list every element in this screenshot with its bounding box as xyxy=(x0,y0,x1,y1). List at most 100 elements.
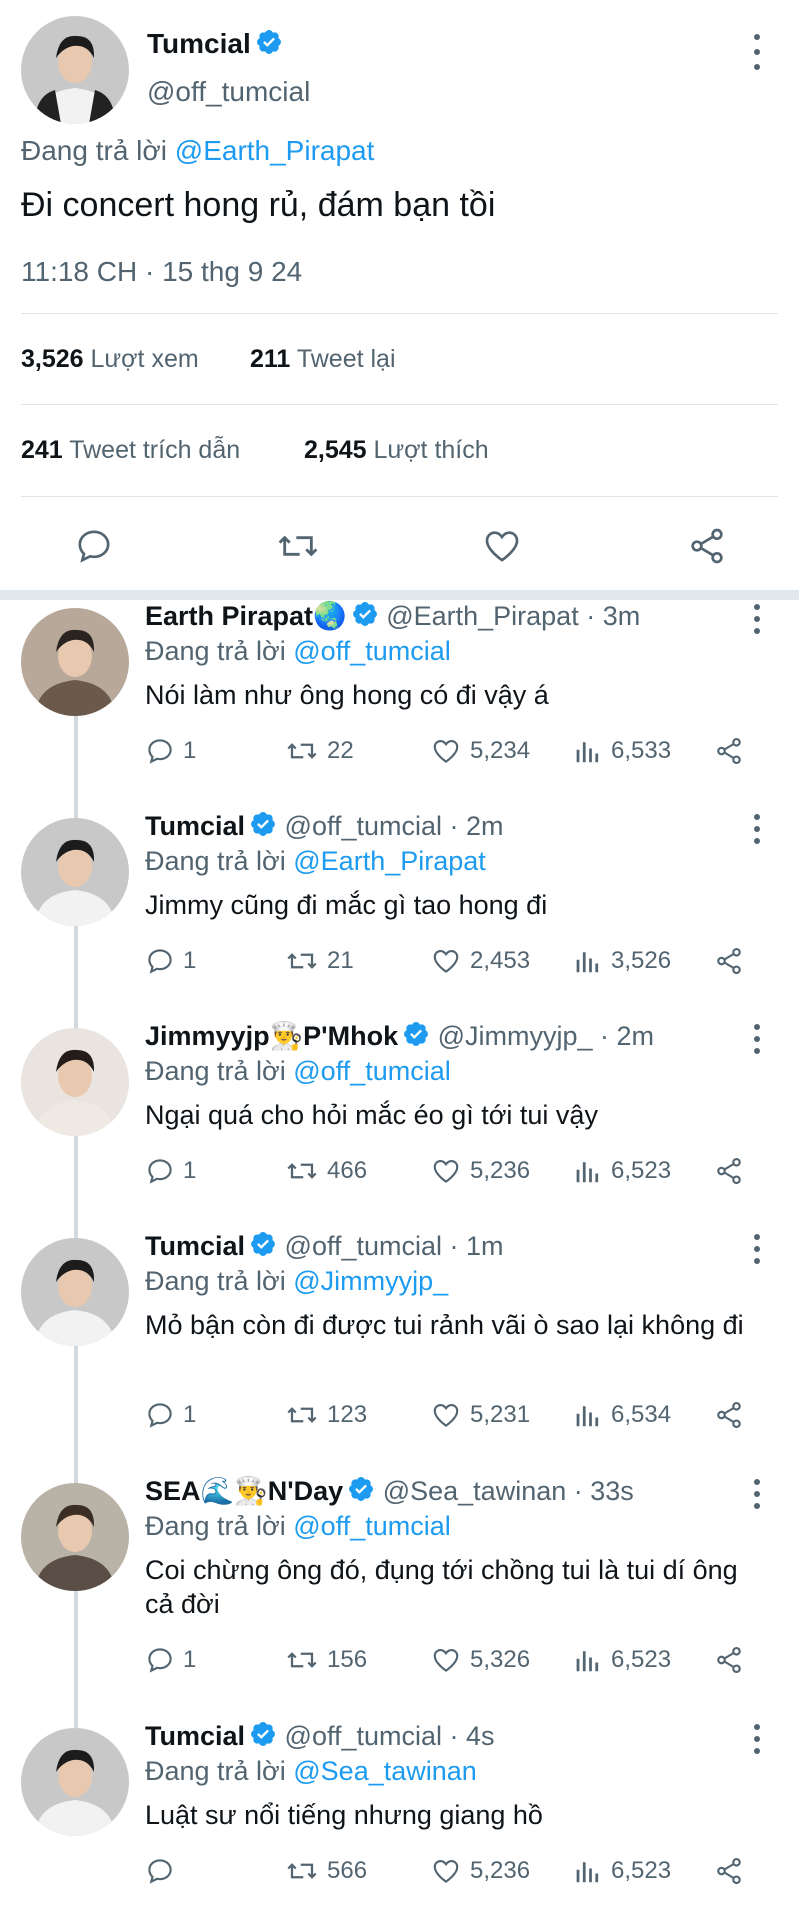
reply-text: Luật sư nổi tiếng nhưng giang hồ xyxy=(145,1800,543,1830)
more-options-icon[interactable] xyxy=(745,1024,769,1054)
avatar[interactable] xyxy=(21,1028,129,1136)
reply-handle-time: @Earth_Pirapat · 3m xyxy=(386,601,641,631)
reply-handle-time: @off_tumcial · 1m xyxy=(284,1231,504,1261)
heart-icon xyxy=(433,1403,459,1427)
more-options-icon[interactable] xyxy=(745,1479,769,1509)
share-button[interactable] xyxy=(713,1856,753,1886)
avatar[interactable] xyxy=(21,16,129,124)
like-button[interactable]: 5,234 xyxy=(430,736,530,766)
reply-button[interactable]: 1 xyxy=(145,1156,196,1186)
reply-to-link[interactable]: @off_tumcial xyxy=(293,1056,450,1086)
views-button[interactable]: 6,523 xyxy=(573,1645,671,1675)
reply-count: 1 xyxy=(183,737,197,764)
views-count: 3,526 xyxy=(611,947,672,974)
reply-to-link[interactable]: @Sea_tawinan xyxy=(293,1756,477,1786)
more-options-icon[interactable] xyxy=(745,1724,769,1754)
share-button[interactable] xyxy=(713,1156,753,1186)
avatar-image-icon xyxy=(21,608,129,716)
like-button[interactable] xyxy=(481,526,523,571)
retweet-button[interactable]: 566 xyxy=(285,1856,367,1886)
share-icon xyxy=(717,947,741,975)
reply-author-name: SEA🌊👨‍🍳N'Day xyxy=(145,1476,344,1506)
more-options-icon[interactable] xyxy=(745,1234,769,1264)
more-options-icon[interactable] xyxy=(745,34,769,70)
reply-tweet[interactable]: SEA🌊👨‍🍳N'Day @Sea_tawinan · 33s Đang trả… xyxy=(0,1475,799,1695)
replies-feed: Earth Pirapat🌏 @Earth_Pirapat · 3m Đang … xyxy=(0,600,799,1920)
reply-author[interactable]: Tumcial @off_tumcial · 2m xyxy=(145,810,504,845)
like-button[interactable]: 5,326 xyxy=(430,1645,530,1675)
author-name[interactable]: Tumcial xyxy=(147,28,283,63)
like-count: 5,234 xyxy=(470,737,531,764)
avatar-image-icon xyxy=(21,16,129,124)
share-button[interactable] xyxy=(713,1400,753,1430)
reply-to-link[interactable]: @Earth_Pirapat xyxy=(293,846,486,876)
like-button[interactable]: 2,453 xyxy=(430,946,530,976)
retweet-button[interactable]: 21 xyxy=(285,946,354,976)
share-button[interactable] xyxy=(713,1645,753,1675)
reply-button[interactable]: 1 xyxy=(145,1400,196,1430)
reply-author[interactable]: Tumcial @off_tumcial · 1m xyxy=(145,1230,504,1265)
reply-author[interactable]: Earth Pirapat🌏 @Earth_Pirapat · 3m xyxy=(145,600,640,635)
replying-to: Đang trả lời @off_tumcial xyxy=(145,636,451,666)
share-button[interactable] xyxy=(713,736,753,766)
views-button[interactable]: 3,526 xyxy=(573,946,671,976)
reply-to-link[interactable]: @off_tumcial xyxy=(293,636,450,666)
retweet-button[interactable]: 123 xyxy=(285,1400,367,1430)
retweets-stat[interactable]: 211 Tweet lại xyxy=(250,345,396,374)
reply-button[interactable]: 1 xyxy=(145,1645,196,1675)
share-icon xyxy=(717,1857,741,1885)
verified-badge-icon xyxy=(402,1020,430,1055)
avatar[interactable] xyxy=(21,1728,129,1836)
author-handle[interactable]: @off_tumcial xyxy=(147,76,310,108)
reply-button[interactable] xyxy=(74,526,114,571)
reply-actions: 1 466 5,236 6,523 xyxy=(145,1156,755,1190)
avatar[interactable] xyxy=(21,1483,129,1591)
reply-tweet[interactable]: Tumcial @off_tumcial · 2m Đang trả lời @… xyxy=(0,810,799,996)
reply-author[interactable]: SEA🌊👨‍🍳N'Day @Sea_tawinan · 33s xyxy=(145,1475,634,1510)
views-button[interactable]: 6,533 xyxy=(573,736,671,766)
reply-to-link[interactable]: @off_tumcial xyxy=(293,1511,450,1541)
reply-tweet[interactable]: Jimmyyjp👨‍🍳P'Mhok @Jimmyyjp_ · 2m Đang t… xyxy=(0,1020,799,1206)
reply-to-link[interactable]: @Earth_Pirapat xyxy=(175,135,375,166)
share-icon xyxy=(717,1646,741,1674)
views-icon xyxy=(576,952,599,973)
avatar-image-icon xyxy=(21,818,129,926)
tweet-timestamp[interactable]: 11:18 CH · 15 thg 9 24 xyxy=(21,256,302,288)
reply-button[interactable] xyxy=(145,1856,183,1886)
retweet-button[interactable] xyxy=(276,526,320,571)
avatar[interactable] xyxy=(21,608,129,716)
retweet-button[interactable]: 22 xyxy=(285,736,354,766)
reply-tweet[interactable]: Tumcial @off_tumcial · 4s Đang trả lời @… xyxy=(0,1720,799,1906)
like-button[interactable]: 5,236 xyxy=(430,1856,530,1886)
views-button[interactable]: 6,534 xyxy=(573,1400,671,1430)
likes-stat[interactable]: 2,545 Lượt thích xyxy=(304,436,489,465)
like-button[interactable]: 5,236 xyxy=(430,1156,530,1186)
reply-author[interactable]: Tumcial @off_tumcial · 4s xyxy=(145,1720,495,1755)
more-options-icon[interactable] xyxy=(745,604,769,634)
views-count: 6,523 xyxy=(611,1646,672,1673)
retweet-button[interactable]: 156 xyxy=(285,1645,367,1675)
more-options-icon[interactable] xyxy=(745,814,769,844)
reply-tweet[interactable]: Earth Pirapat🌏 @Earth_Pirapat · 3m Đang … xyxy=(0,600,799,786)
reply-button[interactable]: 1 xyxy=(145,946,196,976)
reply-to-link[interactable]: @Jimmyyjp_ xyxy=(293,1266,448,1296)
views-icon xyxy=(576,1162,599,1183)
reply-button[interactable]: 1 xyxy=(145,736,196,766)
verified-badge-icon xyxy=(255,28,283,63)
replying-to: Đang trả lời @Jimmyyjp_ xyxy=(145,1266,449,1296)
like-button[interactable]: 5,231 xyxy=(430,1400,530,1430)
share-button[interactable] xyxy=(713,946,753,976)
share-button[interactable] xyxy=(686,526,728,571)
reply-tweet[interactable]: Tumcial @off_tumcial · 1m Đang trả lời @… xyxy=(0,1230,799,1450)
verified-badge-icon xyxy=(347,1475,375,1510)
divider xyxy=(21,313,778,314)
views-button[interactable]: 6,523 xyxy=(573,1856,671,1886)
retweet-icon xyxy=(287,1407,317,1423)
quotes-stat[interactable]: 241 Tweet trích dẫn xyxy=(21,436,240,465)
views-button[interactable]: 6,523 xyxy=(573,1156,671,1186)
reply-handle-time: @Sea_tawinan · 33s xyxy=(382,1476,634,1506)
retweet-button[interactable]: 466 xyxy=(285,1156,367,1186)
avatar[interactable] xyxy=(21,1238,129,1346)
reply-author[interactable]: Jimmyyjp👨‍🍳P'Mhok @Jimmyyjp_ · 2m xyxy=(145,1020,654,1055)
avatar[interactable] xyxy=(21,818,129,926)
